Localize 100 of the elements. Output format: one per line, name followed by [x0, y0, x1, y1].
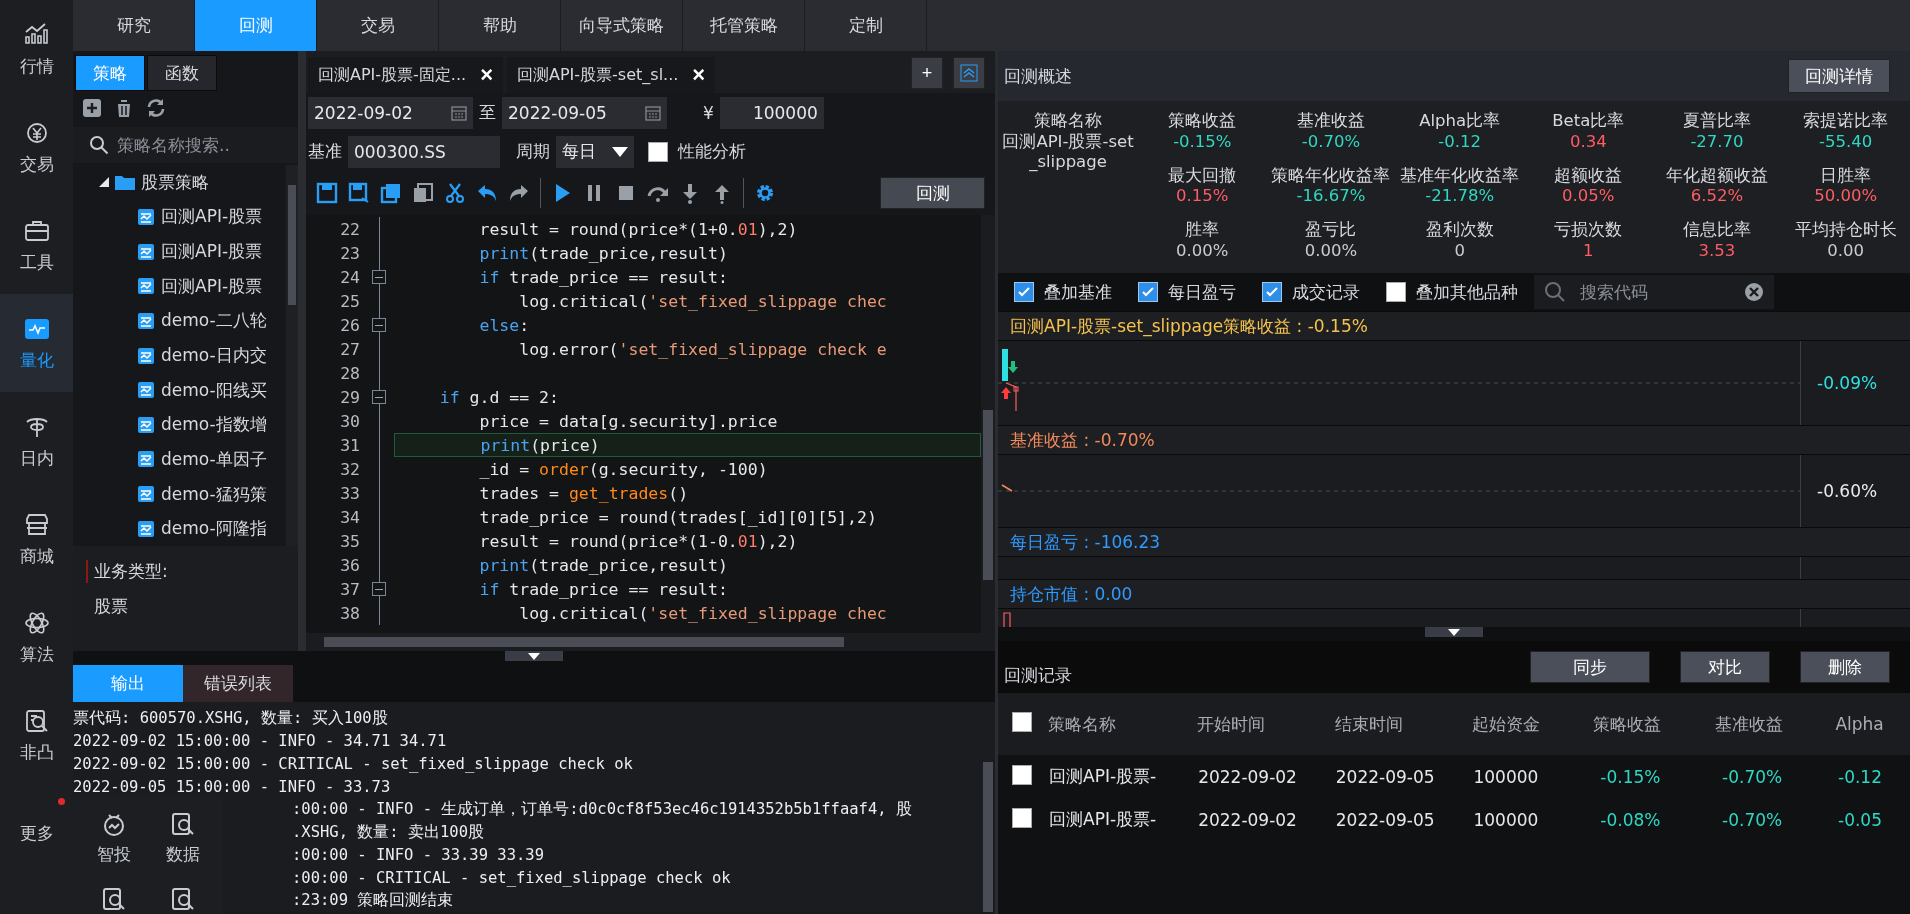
column-header: 结束时间: [1334, 713, 1403, 734]
nav-item[interactable]: 日内: [0, 392, 73, 490]
line-number: 36: [339, 555, 361, 575]
settings-icon[interactable]: [754, 182, 776, 204]
nav-item[interactable]: 量化: [0, 294, 73, 392]
collapse-handle[interactable]: [505, 651, 563, 661]
save-icon[interactable]: [316, 182, 338, 204]
period-dropdown[interactable]: 每日: [556, 135, 634, 168]
chart-file-icon: [137, 277, 155, 296]
tree-item[interactable]: 回测API-股票: [73, 234, 286, 269]
tree-item[interactable]: demo-单因子: [73, 442, 286, 477]
document-search-icon[interactable]: [169, 886, 196, 912]
table-cell: -0.70%: [1722, 809, 1783, 830]
capital-field[interactable]: 100000: [719, 96, 824, 129]
fold-toggle[interactable]: [372, 318, 386, 332]
stat-value: 50.00%: [1814, 186, 1878, 207]
tree-item[interactable]: demo-阿隆指: [73, 511, 286, 546]
chart-file-icon: [137, 242, 155, 261]
tree-item[interactable]: 回测API-股票: [73, 199, 286, 235]
checkbox[interactable]: [1386, 282, 1406, 302]
code-line: price = data[g.security].price: [478, 411, 778, 431]
document-search-icon[interactable]: [100, 886, 127, 912]
code-line: trade_price = round(trades[_id][0][5],2): [478, 507, 877, 527]
search-box[interactable]: 策略名称搜索..: [73, 127, 298, 163]
save-as-icon[interactable]: [348, 182, 370, 204]
fold-toggle[interactable]: [372, 270, 386, 284]
tree-item[interactable]: demo-猛犸策: [73, 476, 286, 512]
calendar-icon[interactable]: [451, 104, 467, 121]
tree-item[interactable]: demo-日内交: [73, 338, 286, 373]
toolbar-button[interactable]: 对比: [1680, 651, 1770, 683]
tree-item[interactable]: demo-阳线买: [73, 372, 286, 408]
close-button[interactable]: ×: [480, 62, 493, 88]
fold-toggle[interactable]: [372, 390, 386, 404]
nav-item[interactable]: 算法: [0, 588, 73, 686]
console-tab[interactable]: 错误列表: [183, 665, 293, 702]
nav-item[interactable]: 更多: [0, 784, 73, 882]
tree-folder[interactable]: 股票策略: [73, 165, 286, 200]
collapse-handle[interactable]: [1425, 627, 1483, 637]
panel-tab[interactable]: 函数: [147, 55, 217, 91]
close-button[interactable]: ×: [692, 62, 706, 88]
code-line: print(price): [479, 435, 600, 455]
toolbar-button[interactable]: 删除: [1800, 651, 1890, 683]
calendar-icon[interactable]: [645, 104, 661, 121]
refresh-icon[interactable]: [145, 97, 167, 119]
code-search-box[interactable]: 搜索代码: [1534, 275, 1774, 309]
tree-item[interactable]: demo-指数增: [73, 407, 286, 443]
collapse-button[interactable]: [953, 57, 985, 89]
paste-icon[interactable]: [412, 182, 434, 204]
column-header: 策略收益: [1593, 713, 1662, 734]
table-cell: 回测API-股票-: [1049, 809, 1157, 829]
stat-value: 0: [1454, 240, 1465, 262]
detail-button[interactable]: 回测详情: [1788, 59, 1890, 93]
nav-item[interactable]: 交易: [0, 98, 73, 196]
backtest-button[interactable]: 回测: [880, 177, 985, 209]
checkbox[interactable]: [1012, 764, 1032, 785]
folder-icon: [115, 174, 135, 191]
nav-item[interactable]: 商城: [0, 490, 73, 588]
clear-icon[interactable]: [1744, 282, 1764, 302]
scrollbar-thumb[interactable]: [983, 762, 993, 912]
nav-item[interactable]: 非凸: [0, 686, 73, 784]
toolbar-button[interactable]: 同步: [1530, 651, 1650, 683]
code-search-field[interactable]: 搜索代码: [1580, 275, 1730, 309]
cut-icon[interactable]: [444, 182, 466, 204]
log-line: :00:00 - INFO - 生成订单，订单号:d0c0cf8f53ec46c1914352b5b1ffaaf4, 股: [292, 799, 912, 821]
checkbox[interactable]: [1014, 282, 1034, 302]
scrollbar-thumb[interactable]: [324, 637, 844, 647]
start-date-field[interactable]: 2022-09-02: [308, 96, 473, 129]
fold-toggle[interactable]: [372, 582, 386, 596]
tree-item[interactable]: demo-二八轮: [73, 303, 286, 339]
column-header: 开始时间: [1197, 713, 1266, 734]
end-date-field[interactable]: 2022-09-05: [502, 96, 667, 129]
chart-file-icon: [137, 485, 155, 504]
file-tab[interactable]: 回测API-股票-固定... ×: [308, 57, 503, 93]
chart-title: 基准收益 : -0.70%: [1010, 428, 1155, 452]
add-icon[interactable]: [81, 97, 103, 119]
file-tab[interactable]: 回测API-股票-set_sl... ×: [507, 57, 716, 93]
line-number: 33: [339, 483, 361, 503]
checkbox[interactable]: [1012, 712, 1032, 732]
menu-item[interactable]: 数据: [148, 811, 217, 868]
log-line: :23:09 策略回测结束: [292, 890, 454, 912]
expand-arrow-icon[interactable]: [99, 177, 109, 188]
copy-icon[interactable]: [380, 182, 402, 204]
stat-label: 盈利次数: [1425, 220, 1494, 241]
add-tab-button[interactable]: +: [911, 57, 943, 89]
checkbox[interactable]: [648, 141, 668, 162]
search-field[interactable]: 策略名称搜索..: [117, 127, 298, 163]
tree-item[interactable]: 回测API-股票: [73, 268, 286, 304]
checkbox[interactable]: [1262, 282, 1282, 302]
benchmark-field[interactable]: 000300.SS: [348, 135, 500, 168]
checkbox[interactable]: [1138, 282, 1158, 302]
nav-item[interactable]: 工具: [0, 196, 73, 294]
scrollbar-thumb[interactable]: [288, 185, 296, 305]
line-number: 30: [339, 411, 361, 431]
checkbox[interactable]: [1012, 807, 1032, 828]
scrollbar-thumb[interactable]: [983, 410, 993, 580]
stat-label: 最大回撤: [1168, 165, 1237, 187]
nav-item[interactable]: 行情: [0, 0, 73, 98]
log-line: .XSHG, 数量: 卖出100股: [292, 821, 484, 843]
menu-item[interactable]: 智投: [79, 811, 148, 868]
stat-label: 胜率: [1185, 220, 1220, 241]
